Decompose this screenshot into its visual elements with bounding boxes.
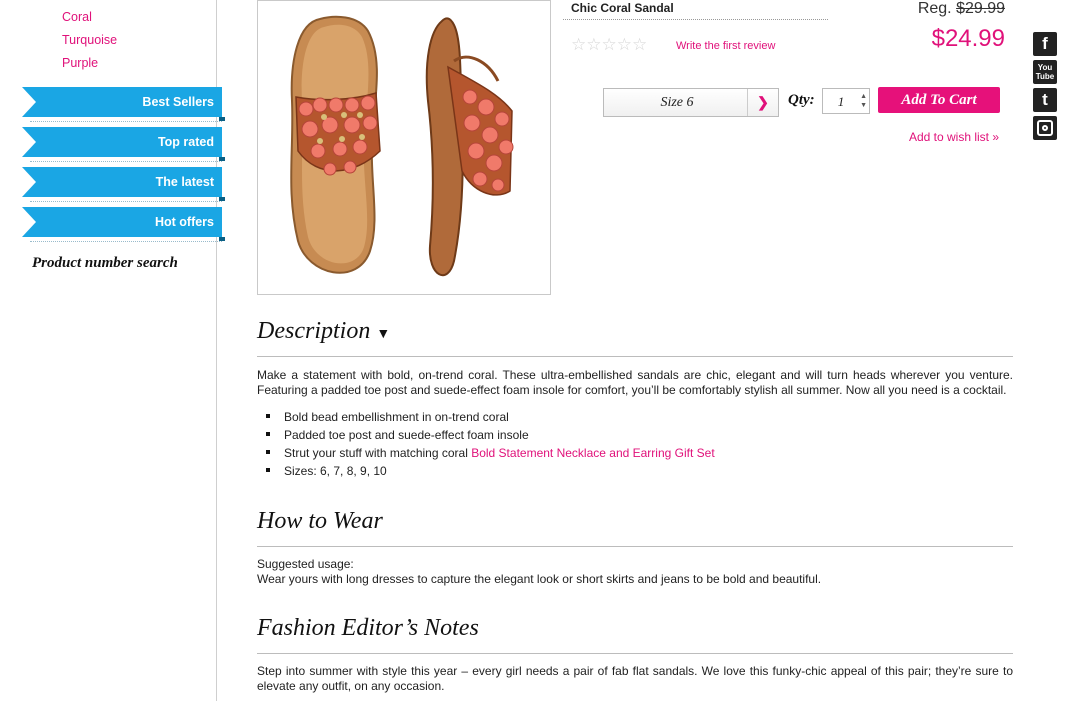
instagram-icon[interactable] xyxy=(1033,116,1057,140)
spinner-arrows-icon[interactable]: ▲ ▼ xyxy=(860,92,867,110)
product-image[interactable] xyxy=(257,0,551,295)
product-name: Chic Coral Sandal xyxy=(571,1,674,15)
tab-dotted-line xyxy=(30,161,222,162)
how-to-wear-text: Suggested usage: Wear yours with long dr… xyxy=(257,557,1013,586)
list-item-text: Padded toe post and suede-effect foam in… xyxy=(284,428,529,442)
chevron-down-icon[interactable]: ❯ xyxy=(747,89,778,116)
editor-notes-text: Step into summer with style this year – … xyxy=(257,664,1013,693)
size-select[interactable]: Size 6 ❯ xyxy=(603,88,779,117)
list-item: Bold bead embellishment in on-trend cora… xyxy=(262,408,715,426)
tab-dotted-line xyxy=(30,121,222,122)
list-item: Padded toe post and suede-effect foam in… xyxy=(262,426,715,444)
star-icon: ☆ xyxy=(632,35,648,54)
description-divider xyxy=(257,356,1013,357)
quantity-stepper[interactable]: 1 ▲ ▼ xyxy=(822,88,870,114)
list-item: Strut your stuff with matching coral Bol… xyxy=(262,444,715,462)
star-icon: ☆ xyxy=(601,35,617,54)
editor-notes-heading: Fashion Editor’s Notes xyxy=(257,615,479,641)
editor-notes-divider xyxy=(257,653,1013,654)
reg-price-value: $29.99 xyxy=(956,0,1005,17)
color-link-turquoise[interactable]: Turquoise xyxy=(62,33,117,47)
list-item-text: Strut your stuff with matching coral xyxy=(284,446,468,460)
tab-top-rated[interactable]: Top rated xyxy=(22,127,225,162)
add-to-cart-button[interactable]: Add To Cart xyxy=(878,87,1000,113)
tab-label: The latest xyxy=(155,175,214,189)
star-icon: ☆ xyxy=(571,35,587,54)
name-divider xyxy=(563,19,828,20)
star-icon: ☆ xyxy=(616,35,632,54)
tab-notch xyxy=(22,207,36,237)
tab-dotted-line xyxy=(30,241,222,242)
how-to-wear-divider xyxy=(257,546,1013,547)
list-item-text: Bold bead embellishment in on-trend cora… xyxy=(284,410,509,424)
color-link-purple[interactable]: Purple xyxy=(62,56,98,70)
instagram-frame xyxy=(1037,120,1053,136)
list-item-text: Sizes: 6, 7, 8, 9, 10 xyxy=(284,464,387,478)
sidebar: Coral Turquoise Purple Best Sellers Top … xyxy=(0,0,225,701)
youtube-glyph-top: You xyxy=(1037,63,1053,72)
quantity-value: 1 xyxy=(837,94,845,109)
description-text: Make a statement with bold, on-trend cor… xyxy=(257,368,1013,397)
description-title: Description xyxy=(257,318,371,344)
instagram-lens xyxy=(1042,125,1048,131)
color-link-coral[interactable]: Coral xyxy=(62,10,92,24)
youtube-glyph-bottom: Tube xyxy=(1035,72,1055,81)
tab-label: Best Sellers xyxy=(142,95,214,109)
description-heading[interactable]: Description ▼ xyxy=(257,318,390,345)
rating-stars[interactable]: ☆☆☆☆☆ xyxy=(571,35,647,55)
sale-price: $24.99 xyxy=(931,25,1005,52)
facebook-glyph: f xyxy=(1042,34,1048,53)
product-number-search-heading: Product number search xyxy=(32,255,178,271)
caret-down-icon[interactable]: ▼ xyxy=(376,327,390,342)
tab-the-latest[interactable]: The latest xyxy=(22,167,225,202)
write-review-link[interactable]: Write the first review xyxy=(676,40,775,52)
matching-set-link[interactable]: Bold Statement Necklace and Earring Gift… xyxy=(471,446,714,460)
regular-price: Reg. $29.99 xyxy=(918,0,1005,18)
usage-text: Wear yours with long dresses to capture … xyxy=(257,571,822,586)
add-to-wish-list-link[interactable]: Add to wish list » xyxy=(909,130,999,144)
how-to-wear-heading: How to Wear xyxy=(257,508,383,534)
star-icon: ☆ xyxy=(586,35,602,54)
facebook-icon[interactable]: f xyxy=(1033,32,1057,56)
tab-label: Top rated xyxy=(157,135,214,149)
youtube-icon[interactable]: You Tube xyxy=(1033,60,1057,84)
tab-notch xyxy=(22,167,36,197)
tab-best-sellers[interactable]: Best Sellers xyxy=(22,87,225,122)
list-item: Sizes: 6, 7, 8, 9, 10 xyxy=(262,462,715,480)
twitter-glyph: t xyxy=(1042,90,1048,109)
reg-label: Reg. xyxy=(917,0,952,17)
usage-label: Suggested usage: xyxy=(257,557,354,571)
size-select-value: Size 6 xyxy=(660,95,694,110)
tab-hot-offers[interactable]: Hot offers xyxy=(22,207,225,242)
tab-label: Hot offers xyxy=(154,215,214,229)
feature-list: Bold bead embellishment in on-trend cora… xyxy=(262,408,715,480)
tab-notch xyxy=(22,127,36,157)
sandal-illustration xyxy=(290,15,514,276)
twitter-icon[interactable]: t xyxy=(1033,88,1057,112)
qty-label: Qty: xyxy=(788,92,815,108)
tab-dotted-line xyxy=(30,201,222,202)
tab-notch xyxy=(22,87,36,117)
